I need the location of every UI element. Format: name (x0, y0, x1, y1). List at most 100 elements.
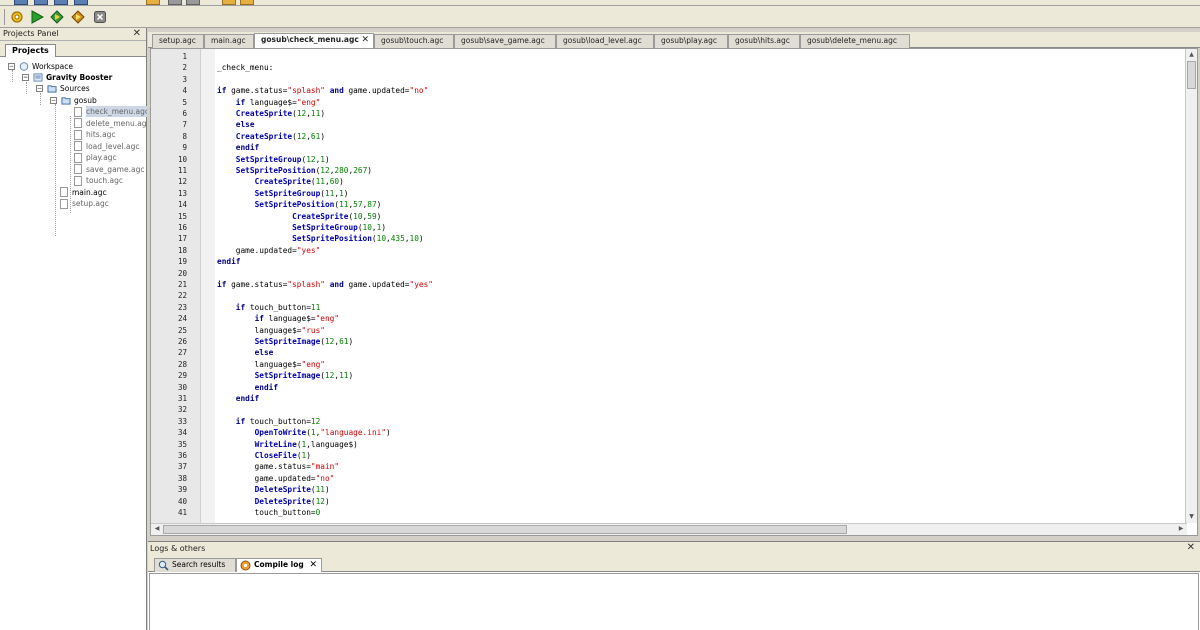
close-icon[interactable]: ✕ (1187, 542, 1195, 554)
code-editor[interactable]: 1 2 3 4 5 6 7 8 9 10 11 12 13 14 15 16 17 18 19 20 21 22 23 24 2… (150, 48, 1198, 536)
compile-log-output[interactable] (149, 573, 1199, 630)
redo-icon[interactable] (240, 0, 254, 5)
settings-icon[interactable] (9, 9, 25, 25)
scroll-left-icon[interactable]: ◀ (152, 524, 162, 534)
code-line[interactable]: game.updated="no" (217, 473, 335, 484)
code-line[interactable]: if language$="eng" (217, 97, 321, 108)
tree-file-setup[interactable]: setup.agc (60, 198, 109, 209)
tab-search-results[interactable]: Search results (154, 558, 236, 572)
tree-item-gosub[interactable]: − gosub (50, 95, 97, 106)
broadcast-icon[interactable] (70, 9, 86, 25)
code-line[interactable]: endif (217, 382, 278, 393)
tab-load-level-agc[interactable]: gosub\load_level.agc (556, 34, 654, 48)
open-file-icon[interactable] (34, 0, 48, 5)
code-line[interactable]: SetSpritePosition(11,57,87) (217, 199, 382, 210)
line-number: 1 (182, 52, 187, 61)
save-all-icon[interactable] (74, 0, 88, 5)
code-line[interactable]: if game.status="splash" and game.updated… (217, 85, 428, 96)
code-line[interactable]: else (217, 119, 255, 130)
stop-icon[interactable] (92, 9, 108, 25)
tab-label: gosub\play.agc (661, 36, 717, 45)
toolbar-grip (4, 9, 5, 25)
tree-file-play[interactable]: play.agc (74, 152, 117, 163)
scroll-thumb[interactable] (163, 525, 847, 534)
tree-file-delete-menu[interactable]: delete_menu.agc (74, 118, 151, 129)
scroll-down-icon[interactable]: ▼ (1187, 512, 1196, 522)
compile-icon[interactable] (49, 9, 65, 25)
code-line[interactable]: if touch_button=11 (217, 302, 321, 313)
tree-file-main[interactable]: main.agc (60, 187, 107, 198)
tab-play-agc[interactable]: gosub\play.agc (654, 34, 728, 48)
undo-icon[interactable] (222, 0, 236, 5)
close-icon[interactable]: ✕ (133, 28, 141, 40)
tab-save-game-agc[interactable]: gosub\save_game.agc (454, 34, 556, 48)
collapse-icon[interactable]: − (36, 85, 43, 92)
code-line[interactable]: SetSpriteGroup(10,1) (217, 222, 386, 233)
vertical-scrollbar[interactable]: ▲ ▼ (1185, 49, 1197, 523)
tree-file-check-menu[interactable]: check_menu.agc (74, 106, 149, 117)
code-line[interactable]: DeleteSprite(11) (217, 484, 330, 495)
projects-panel: Projects Panel ✕ Projects − Workspace − … (0, 28, 151, 630)
code-line[interactable]: CreateSprite(10,59) (217, 211, 381, 222)
tree-item-workspace[interactable]: − Workspace (8, 61, 73, 72)
tree-item-sources[interactable]: − Sources (36, 83, 90, 94)
code-line[interactable]: CreateSprite(12,61) (217, 131, 325, 142)
tab-setup-agc[interactable]: setup.agc (152, 34, 204, 48)
tab-check-menu-agc[interactable]: gosub\check_menu.agc ✕ (254, 33, 374, 48)
tree-item-project[interactable]: − Gravity Booster (22, 72, 112, 83)
code-line[interactable]: endif (217, 256, 240, 267)
new-file-icon[interactable] (14, 0, 28, 5)
goto-icon[interactable] (186, 0, 200, 5)
run-icon[interactable] (29, 9, 45, 25)
scroll-right-icon[interactable]: ▶ (1176, 524, 1186, 534)
code-line[interactable]: endif (217, 142, 259, 153)
code-line[interactable]: DeleteSprite(12) (217, 496, 330, 507)
code-line[interactable]: _check_menu: (217, 62, 273, 73)
code-line[interactable]: SetSpritePosition(10,435,10) (217, 233, 424, 244)
code-line[interactable]: WriteLine(1,language$) (217, 439, 358, 450)
code-line[interactable]: SetSpriteImage(12,11) (217, 370, 354, 381)
tab-main-agc[interactable]: main.agc (204, 34, 254, 48)
code-line[interactable]: OpenToWrite(1,"language.ini") (217, 427, 391, 438)
tab-touch-agc[interactable]: gosub\touch.agc (374, 34, 454, 48)
tab-delete-menu-agc[interactable]: gosub\delete_menu.agc (800, 34, 910, 48)
code-line[interactable]: if game.status="splash" and game.updated… (217, 279, 433, 290)
code-line[interactable]: game.updated="yes" (217, 245, 321, 256)
scroll-up-icon[interactable]: ▲ (1187, 50, 1196, 60)
collapse-icon[interactable]: − (50, 97, 57, 104)
horizontal-scrollbar[interactable]: ◀ ▶ (151, 523, 1187, 535)
tab-projects[interactable]: Projects (5, 44, 56, 57)
code-line[interactable]: CreateSprite(12,11) (217, 108, 325, 119)
collapse-icon[interactable]: − (8, 63, 15, 70)
line-number: 17 (177, 234, 187, 244)
code-line[interactable]: SetSpriteImage(12,61) (217, 336, 354, 347)
collapse-icon[interactable]: − (22, 74, 29, 81)
line-number: 8 (182, 131, 187, 141)
code-line[interactable]: SetSpriteGroup(12,1) (217, 154, 330, 165)
tab-hits-agc[interactable]: gosub\hits.agc (728, 34, 800, 48)
code-line[interactable]: SetSpritePosition(12,280,267) (217, 165, 372, 176)
scroll-thumb[interactable] (1187, 61, 1196, 89)
tree-file-hits[interactable]: hits.agc (74, 129, 116, 140)
code-line[interactable]: CloseFile(1) (217, 450, 311, 461)
code-line[interactable]: SetSpriteGroup(11,1) (217, 188, 349, 199)
tab-compile-log[interactable]: Compile log ✕ (236, 558, 322, 572)
close-tab-icon[interactable]: ✕ (309, 559, 317, 571)
code-line[interactable]: endif (217, 393, 259, 404)
tree-file-save-game[interactable]: save_game.agc (74, 164, 144, 175)
code-line[interactable]: touch_button=0 (217, 507, 321, 518)
close-tab-icon[interactable]: ✕ (361, 34, 369, 46)
code-line[interactable]: game.status="main" (217, 461, 340, 472)
code-line[interactable]: else (217, 347, 274, 358)
code-line[interactable]: language$="eng" (217, 359, 325, 370)
tree-file-touch[interactable]: touch.agc (74, 175, 123, 186)
replace-icon[interactable] (168, 0, 182, 5)
find-icon[interactable] (146, 0, 160, 5)
save-file-icon[interactable] (54, 0, 68, 5)
code-line[interactable]: if touch_button=12 (217, 416, 321, 427)
code-line[interactable]: if language$="eng" (217, 313, 340, 324)
tree-file-load-level[interactable]: load_level.agc (74, 141, 139, 152)
code-line[interactable]: CreateSprite(11,60) (217, 176, 344, 187)
file-icon (60, 187, 68, 197)
code-line[interactable]: language$="rus" (217, 325, 325, 336)
